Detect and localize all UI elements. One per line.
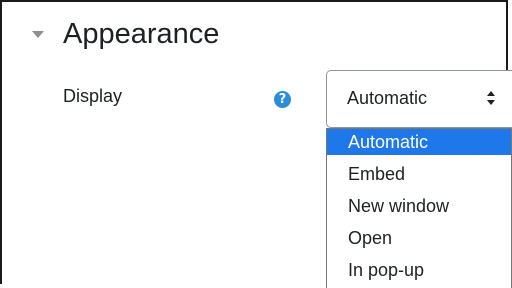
option-new-window[interactable]: New window bbox=[327, 193, 511, 219]
help-icon[interactable]: ? bbox=[274, 91, 291, 108]
display-select-value: Automatic bbox=[347, 88, 428, 108]
option-open[interactable]: Open bbox=[327, 225, 511, 251]
appearance-section: Appearance Display ? Automatic Automatic… bbox=[0, 0, 512, 288]
section-header[interactable]: Appearance bbox=[32, 16, 219, 52]
option-in-pop-up[interactable]: In pop-up bbox=[327, 257, 511, 283]
option-embed[interactable]: Embed bbox=[327, 161, 511, 187]
select-arrows-icon bbox=[487, 91, 495, 105]
display-select[interactable]: Automatic bbox=[326, 70, 512, 128]
display-label: Display bbox=[63, 86, 123, 106]
option-automatic[interactable]: Automatic bbox=[327, 129, 511, 155]
collapse-caret-icon[interactable] bbox=[32, 30, 44, 38]
section-title: Appearance bbox=[63, 18, 220, 50]
display-options-list: Automatic Embed New window Open In pop-u… bbox=[326, 128, 512, 288]
